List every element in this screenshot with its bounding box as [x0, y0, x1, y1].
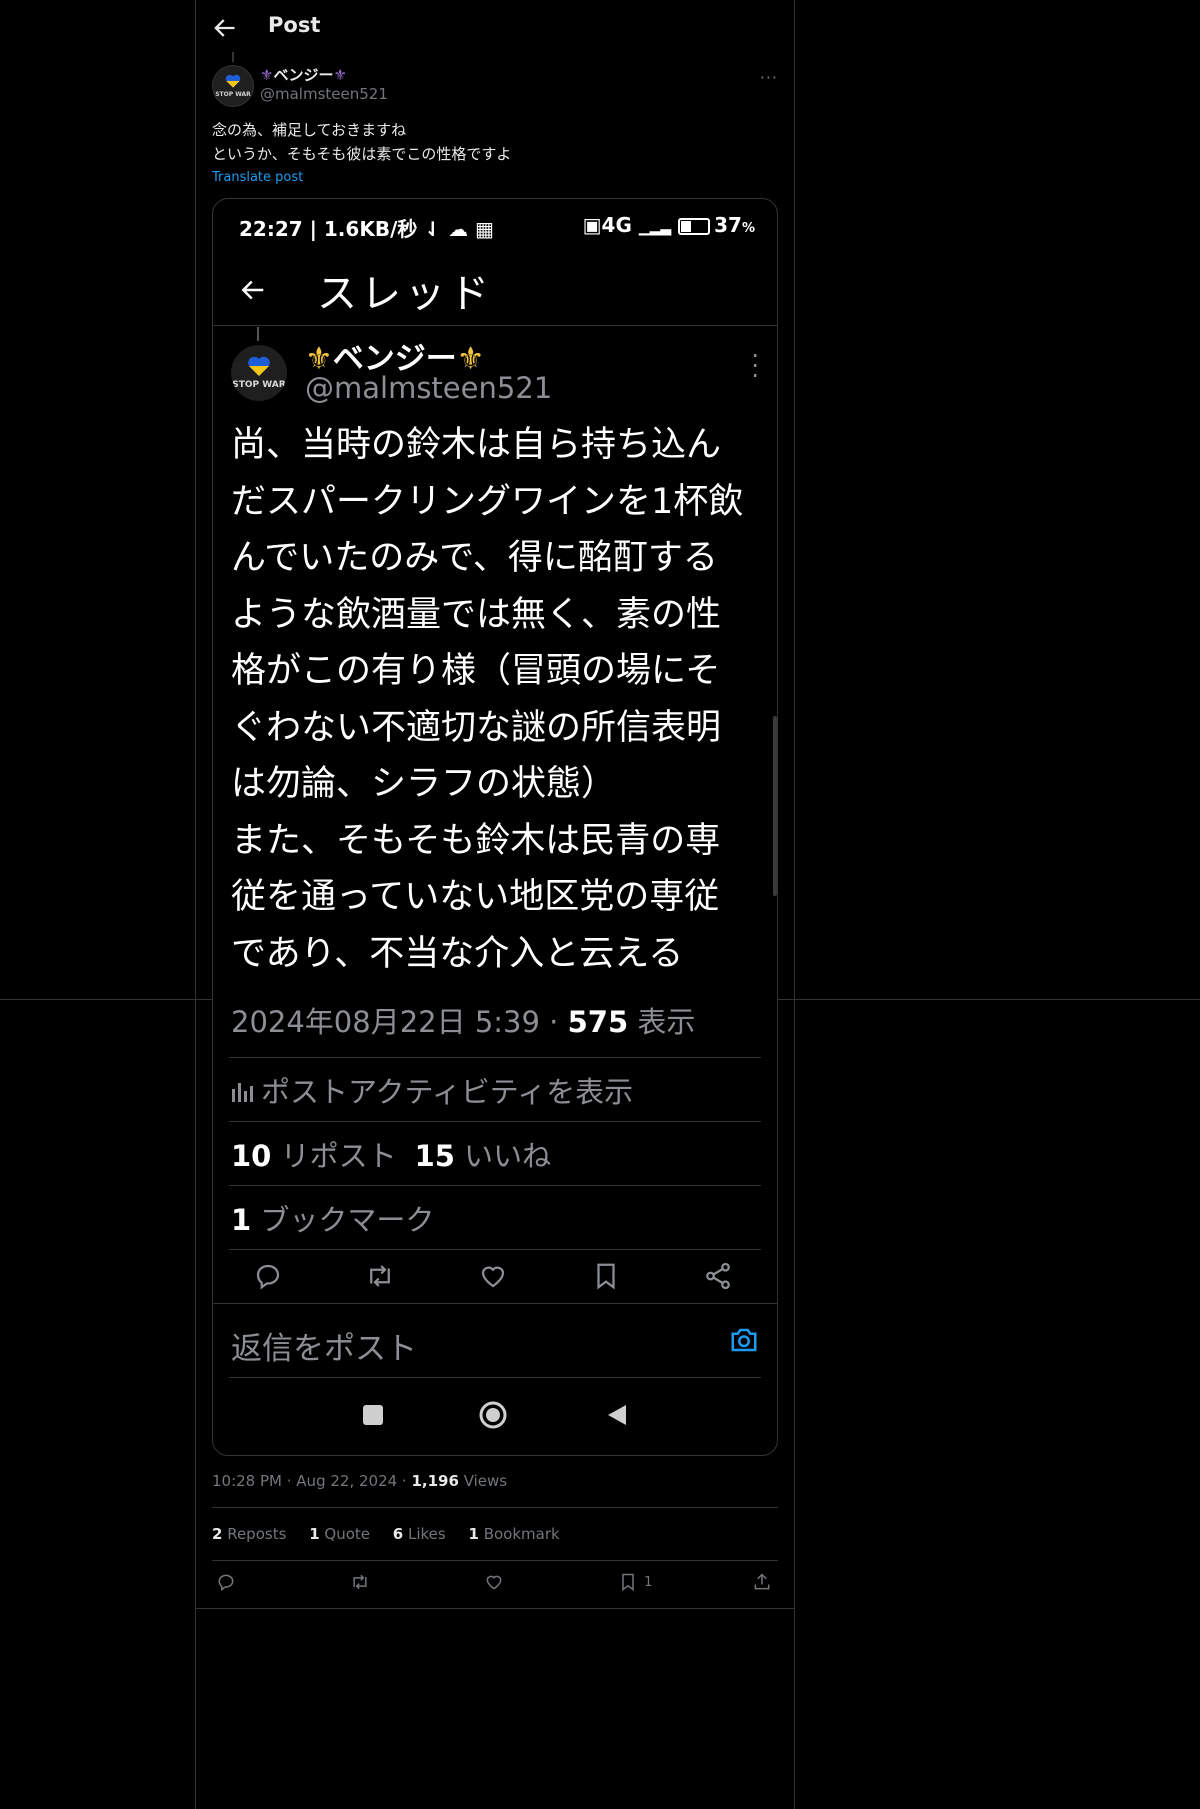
- screenshot-title: スレッド: [317, 271, 493, 317]
- screenshot-avatar: STOP WAR: [231, 345, 287, 401]
- post-activity-row: ポストアクティビティを表示: [231, 1069, 633, 1111]
- post-meta: 10:28 PM · Aug 22, 2024 · 1,196 Views: [212, 1472, 508, 1490]
- screenshot-action-bar: [213, 1261, 777, 1301]
- post-action-bar: 1: [196, 1572, 794, 1600]
- screenshot-author-handle: @malmsteen521: [305, 371, 553, 405]
- screenshot-back-icon: [241, 280, 264, 300]
- divider: [213, 1303, 777, 1304]
- repost-button[interactable]: [350, 1572, 370, 1594]
- stat-bookmarks[interactable]: 1 Bookmark: [469, 1525, 560, 1543]
- divider: [229, 1249, 761, 1250]
- android-nav-bar: [213, 1397, 777, 1437]
- cell-signal-icon: ▁▂▃: [638, 220, 672, 236]
- calendar-icon: ▦: [475, 217, 494, 241]
- divider: [229, 1057, 761, 1058]
- post-text-line: 念の為、補足しておきますね: [212, 121, 407, 139]
- fleur-de-lis-icon: ⚜: [333, 66, 347, 84]
- nav-back-icon: [608, 1405, 626, 1425]
- translate-post-link[interactable]: Translate post: [212, 170, 303, 185]
- screenshot-timestamp: 2024年08月22日 5:39 · 575 表示: [231, 1005, 696, 1039]
- share-button[interactable]: [752, 1572, 772, 1594]
- divider: [195, 1608, 795, 1609]
- share-icon: [706, 1262, 730, 1290]
- signal-icon: ⇃: [424, 217, 442, 241]
- avatar-badge: STOP WAR: [215, 91, 251, 98]
- body-line: だスパークリングワインを1杯飲: [231, 481, 744, 522]
- author-handle[interactable]: @malmsteen521: [260, 85, 388, 103]
- battery-icon: [678, 218, 711, 235]
- bookmark-icon: [597, 1263, 615, 1290]
- reply-placeholder: 返信をポスト: [231, 1331, 417, 1367]
- more-options-icon[interactable]: ···: [760, 68, 778, 87]
- body-line: ぐわない不適切な謎の所信表明: [231, 707, 722, 748]
- body-line: また、そもそも鈴木は民青の専: [231, 820, 721, 861]
- divider: [229, 1121, 761, 1122]
- divider: [229, 1185, 761, 1186]
- status-bar-left: 22:27 | 1.6KB/秒 ⇃ ☁ ▦: [239, 217, 494, 241]
- repost-icon: [353, 1574, 367, 1590]
- status-bar-right: ▣4G ▁▂▃ 37%: [582, 213, 755, 237]
- post-text-line: というか、そもそも彼は素でこの性格ですよ: [212, 145, 512, 163]
- thread-line: [232, 52, 234, 62]
- avatar-badge: STOP WAR: [232, 380, 286, 390]
- page-title: Post: [268, 13, 321, 37]
- post-header: Post: [196, 0, 794, 56]
- arrow-left-icon[interactable]: [210, 14, 238, 42]
- post-date-link[interactable]: Aug 22, 2024: [296, 1472, 397, 1490]
- thread-line: [257, 327, 259, 341]
- body-line: 従を通っていない地区党の専従: [231, 877, 720, 917]
- analytics-icon: [232, 1083, 253, 1102]
- recents-icon: [363, 1405, 383, 1425]
- stat-reposts[interactable]: 2 Reposts: [212, 1525, 286, 1543]
- avatar[interactable]: STOP WAR: [212, 65, 254, 107]
- post-text: 念の為、補足しておきますね というか、そもそも彼は素でこの性格ですよ: [212, 118, 511, 166]
- ukraine-heart-icon: [225, 74, 241, 88]
- column-border-left: [195, 0, 196, 1809]
- home-icon: [479, 1401, 507, 1429]
- reply-icon: [256, 1264, 280, 1290]
- heart-icon: [481, 1266, 505, 1288]
- screenshot-bookmarks: 1 ブックマーク: [231, 1203, 435, 1237]
- volte-icon: ▣: [582, 213, 602, 237]
- body-line: ような飲酒量では無く、素の性: [231, 594, 722, 635]
- body-line: 格がこの有り様（冒頭の場にそ: [231, 651, 721, 691]
- screenshot-counts: 10 リポスト 15 いいね: [231, 1139, 552, 1173]
- post-stats: 2 Reposts 1 Quote 6 Likes 1 Bookmark: [212, 1525, 578, 1543]
- screenshot-body: 尚、当時の鈴木は自ら持ち込ん だスパークリングワインを1杯飲 んでいたのみで、得…: [231, 417, 761, 982]
- stat-likes[interactable]: 6 Likes: [393, 1525, 446, 1543]
- fleur-de-lis-icon: ⚜: [260, 66, 274, 84]
- attached-screenshot[interactable]: 22:27 | 1.6KB/秒 ⇃ ☁ ▦ ▣4G ▁▂▃ 37% スレッド S…: [212, 198, 778, 1456]
- stat-quotes[interactable]: 1 Quote: [309, 1525, 370, 1543]
- column-border-right: [794, 0, 795, 1809]
- divider: [229, 1377, 761, 1378]
- repost-icon: [370, 1265, 390, 1287]
- author-name[interactable]: ⚜ベンジー⚜: [260, 64, 347, 85]
- body-line: は勿論、シラフの状態）: [231, 764, 617, 804]
- divider: [213, 325, 777, 326]
- body-line: であり、不当な介入と云える: [231, 933, 684, 974]
- reply-button[interactable]: [216, 1572, 236, 1594]
- ukraine-heart-icon: [248, 356, 270, 376]
- bookmark-count: 1: [644, 1574, 653, 1590]
- bookmark-icon: [622, 1573, 634, 1591]
- divider: [212, 1507, 778, 1508]
- body-line: 尚、当時の鈴木は自ら持ち込ん: [231, 425, 722, 465]
- weather-icon: ☁: [448, 217, 469, 241]
- body-line: んでいたのみで、得に酩酊する: [231, 538, 718, 578]
- battery-fill: [681, 221, 692, 232]
- reply-icon: [218, 1574, 234, 1591]
- bookmark-button[interactable]: 1: [618, 1572, 652, 1594]
- like-button[interactable]: [484, 1572, 504, 1594]
- heart-icon: [486, 1575, 502, 1590]
- camera-icon: [731, 1328, 757, 1352]
- divider: [212, 1560, 778, 1561]
- vertical-more-icon: · · ·: [751, 342, 759, 390]
- scrollbar: [773, 716, 777, 896]
- share-upload-icon: [754, 1573, 770, 1590]
